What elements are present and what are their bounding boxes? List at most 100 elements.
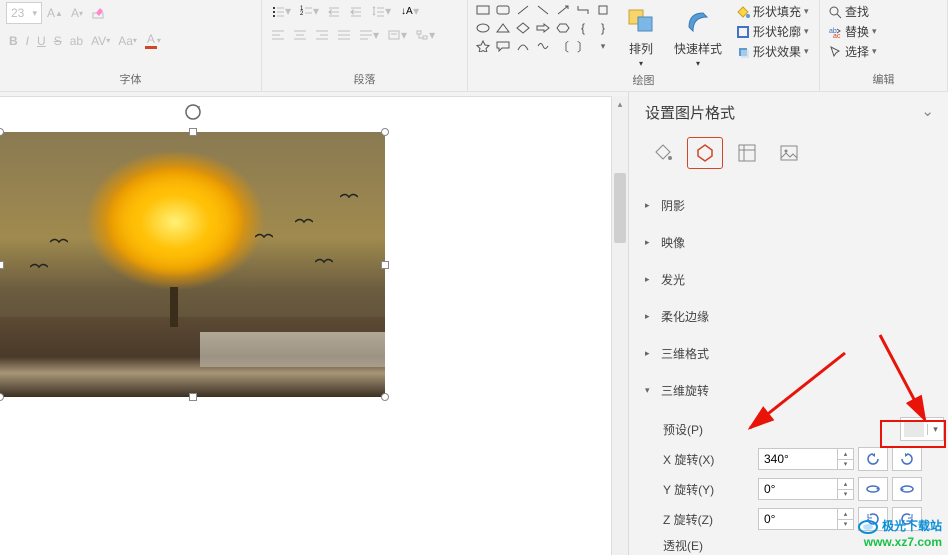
shape-oval-icon[interactable] bbox=[474, 20, 492, 36]
pane-tab-effects[interactable] bbox=[687, 137, 723, 169]
resize-handle[interactable] bbox=[189, 393, 197, 401]
x-rotate-left-button[interactable] bbox=[858, 447, 888, 471]
shape-rarrow-icon[interactable] bbox=[534, 20, 552, 36]
shape-fill-button[interactable]: 形状填充▾ bbox=[734, 2, 811, 21]
shape-rbracket-icon[interactable]: 〕 bbox=[574, 38, 592, 54]
align-center-button[interactable] bbox=[290, 27, 310, 43]
text-direction-button[interactable]: ↓A▾ bbox=[396, 2, 422, 20]
format-picture-pane: 设置图片格式 ⌄ ▸阴影 ▸映像 ▸发光 ▸柔化边缘 ▸三维格式 ▾三维旋转 预… bbox=[628, 92, 948, 555]
resize-handle[interactable] bbox=[381, 261, 389, 269]
shadow-text-button[interactable]: ab bbox=[67, 32, 86, 50]
y-rotate-up-button[interactable] bbox=[858, 477, 888, 501]
slide-canvas[interactable] bbox=[0, 96, 611, 555]
smartart-button[interactable]: ▾ bbox=[412, 26, 438, 44]
x-rotate-right-button[interactable] bbox=[892, 447, 922, 471]
section-reflection[interactable]: ▸映像 bbox=[645, 230, 944, 255]
preset-dropdown[interactable]: ▾ bbox=[900, 417, 944, 441]
resize-handle[interactable] bbox=[189, 128, 197, 136]
find-button[interactable]: 查找 bbox=[826, 2, 879, 21]
shape-arrow-icon[interactable] bbox=[554, 2, 572, 18]
section-softedge[interactable]: ▸柔化边缘 bbox=[645, 304, 944, 329]
z-rotation-input[interactable]: ▴▾ bbox=[758, 508, 854, 530]
bullets-button[interactable]: ▾ bbox=[268, 2, 294, 20]
x-rotation-input[interactable]: ▴▾ bbox=[758, 448, 854, 470]
resize-handle[interactable] bbox=[0, 393, 4, 401]
pane-tab-fill[interactable] bbox=[645, 137, 681, 169]
pane-tab-size[interactable] bbox=[729, 137, 765, 169]
shape-tri-icon[interactable] bbox=[494, 20, 512, 36]
arrange-button[interactable]: 排列▾ bbox=[620, 2, 662, 70]
font-color-button[interactable]: A▾ bbox=[142, 30, 164, 51]
shape-rbrace-icon[interactable]: } bbox=[594, 20, 612, 36]
rotate-handle-icon[interactable] bbox=[183, 102, 203, 122]
section-shadow[interactable]: ▸阴影 bbox=[645, 193, 944, 218]
shape-square-icon[interactable] bbox=[594, 2, 612, 18]
resize-handle[interactable] bbox=[381, 393, 389, 401]
shape-star-icon[interactable] bbox=[474, 38, 492, 54]
shape-diamond-icon[interactable] bbox=[514, 20, 532, 36]
y-rotate-down-button[interactable] bbox=[892, 477, 922, 501]
shape-effects-button[interactable]: 形状效果▾ bbox=[734, 42, 811, 61]
shape-lbrace-icon[interactable]: { bbox=[574, 20, 592, 36]
strike-button[interactable]: S bbox=[51, 32, 65, 50]
bold-button[interactable]: B bbox=[6, 32, 21, 50]
replace-button[interactable]: abac替换▾ bbox=[826, 22, 879, 41]
shape-curve-icon[interactable] bbox=[514, 38, 532, 54]
indent-inc-button[interactable] bbox=[346, 2, 366, 20]
shapes-more-icon[interactable]: ▾ bbox=[594, 38, 612, 54]
italic-button[interactable]: I bbox=[23, 32, 32, 50]
shapes-gallery[interactable]: { } 〔 〕 ▾ bbox=[474, 2, 612, 54]
quickstyle-button[interactable]: 快速样式▾ bbox=[670, 2, 726, 70]
shape-rrect-icon[interactable] bbox=[494, 2, 512, 18]
picture-content bbox=[0, 132, 385, 397]
shape-outline-button[interactable]: 形状轮廓▾ bbox=[734, 22, 811, 41]
shape-free-icon[interactable] bbox=[534, 38, 552, 54]
pane-title: 设置图片格式 bbox=[645, 102, 735, 123]
increase-font-icon[interactable]: A▲ bbox=[44, 4, 66, 22]
shape-connector-icon[interactable] bbox=[574, 2, 592, 18]
shape-line2-icon[interactable] bbox=[534, 2, 552, 18]
ribbon-group-drawing: { } 〔 〕 ▾ 排列▾ 快速样式▾ 形状填充▾ 形状轮廓▾ bbox=[468, 0, 820, 91]
select-button[interactable]: 选择▾ bbox=[826, 42, 879, 61]
pane-chevron-icon[interactable]: ⌄ bbox=[921, 102, 934, 123]
spin-down-icon[interactable]: ▾ bbox=[838, 460, 853, 470]
align-left-button[interactable] bbox=[268, 27, 288, 43]
pane-tab-picture[interactable] bbox=[771, 137, 807, 169]
shape-rect-icon[interactable] bbox=[474, 2, 492, 18]
align-right-button[interactable] bbox=[312, 27, 332, 43]
shape-callout-icon[interactable] bbox=[494, 38, 512, 54]
shape-lbracket-icon[interactable]: 〔 bbox=[554, 38, 572, 54]
line-spacing-button[interactable]: ▾ bbox=[368, 2, 394, 20]
workspace: ▴ 设置图片格式 ⌄ ▸阴影 ▸映像 ▸发光 ▸柔化边缘 ▸三维格式 ▾三维旋转… bbox=[0, 92, 948, 555]
spin-up-icon[interactable]: ▴ bbox=[838, 449, 853, 460]
svg-text:2: 2 bbox=[300, 11, 304, 17]
justify-button[interactable] bbox=[334, 27, 354, 43]
drawing-group-label: 绘图 bbox=[474, 70, 813, 92]
distribute-button[interactable]: ▾ bbox=[356, 26, 382, 44]
edit-group-label: 编辑 bbox=[826, 69, 941, 91]
vertical-scrollbar[interactable]: ▴ bbox=[611, 96, 628, 555]
decrease-font-icon[interactable]: A▾ bbox=[68, 4, 86, 22]
resize-handle[interactable] bbox=[381, 128, 389, 136]
align-text-button[interactable]: ▾ bbox=[384, 26, 410, 44]
ribbon-group-edit: 查找 abac替换▾ 选择▾ 编辑 bbox=[820, 0, 948, 91]
y-rotation-input[interactable]: ▴▾ bbox=[758, 478, 854, 500]
clear-format-icon[interactable] bbox=[88, 4, 108, 22]
numbering-button[interactable]: 12▾ bbox=[296, 2, 322, 20]
spacing-button[interactable]: AV▾ bbox=[88, 32, 113, 50]
shape-line-icon[interactable] bbox=[514, 2, 532, 18]
x-rotation-label: X 旋转(X) bbox=[663, 451, 758, 468]
font-size-input[interactable]: 23▾ bbox=[6, 2, 42, 24]
change-case-button[interactable]: Aa▾ bbox=[115, 32, 140, 50]
shape-hex-icon[interactable] bbox=[554, 20, 572, 36]
indent-dec-button[interactable] bbox=[324, 2, 344, 20]
arrange-label: 排列 bbox=[629, 40, 653, 57]
resize-handle[interactable] bbox=[0, 261, 4, 269]
underline-button[interactable]: U bbox=[34, 32, 49, 50]
section-3d-format[interactable]: ▸三维格式 bbox=[645, 341, 944, 366]
scroll-thumb[interactable] bbox=[614, 173, 626, 243]
section-glow[interactable]: ▸发光 bbox=[645, 267, 944, 292]
section-3d-rotation[interactable]: ▾三维旋转 bbox=[645, 378, 944, 403]
scroll-up-icon[interactable]: ▴ bbox=[612, 96, 628, 113]
selected-picture[interactable] bbox=[0, 132, 385, 397]
